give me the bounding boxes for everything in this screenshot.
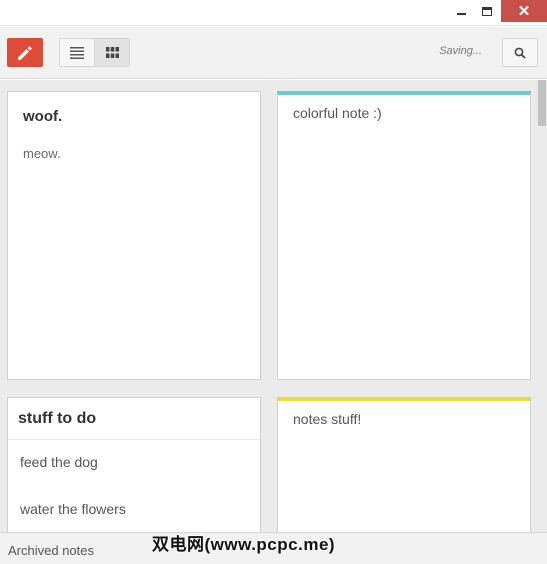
- note-title: stuff to do: [18, 410, 97, 427]
- scrollbar[interactable]: [537, 80, 547, 532]
- saving-status: Saving...: [439, 45, 482, 57]
- maximize-icon: [482, 6, 492, 16]
- minimize-button[interactable]: [449, 0, 473, 22]
- note-card-teal[interactable]: colorful note :): [277, 91, 531, 380]
- notes-grid: woof. meow. colorful note :) stuff to do…: [0, 80, 547, 532]
- watermark: 双电网(www.pcpc.me): [152, 535, 336, 554]
- search-icon: [514, 47, 526, 59]
- grid-view-icon: [105, 47, 119, 58]
- list-view-button[interactable]: [60, 39, 94, 66]
- archived-notes-link[interactable]: Archived notes: [8, 543, 94, 558]
- note-body: colorful note :): [293, 105, 382, 121]
- close-button[interactable]: ✕: [501, 0, 547, 22]
- note-body: meow.: [23, 146, 61, 161]
- minimize-icon: [456, 13, 466, 15]
- checklist-item[interactable]: water the flowers: [20, 501, 126, 517]
- maximize-button[interactable]: [475, 0, 499, 22]
- note-card[interactable]: woof. meow.: [7, 91, 261, 380]
- checklist-item[interactable]: feed the dog: [20, 454, 98, 470]
- note-card-yellow[interactable]: notes stuff!: [277, 397, 531, 532]
- window-titlebar: ✕: [0, 0, 547, 26]
- view-toggle: [59, 38, 130, 67]
- note-body: notes stuff!: [293, 411, 362, 427]
- scrollbar-thumb[interactable]: [538, 80, 546, 126]
- divider: [8, 439, 260, 440]
- note-title: woof.: [23, 108, 63, 125]
- grid-view-button[interactable]: [94, 39, 129, 66]
- new-note-button[interactable]: [7, 38, 43, 67]
- checklist-note-card[interactable]: stuff to do feed the dog water the flowe…: [7, 397, 261, 532]
- list-view-icon: [70, 46, 84, 59]
- pencil-icon: [18, 45, 32, 60]
- toolbar: Saving...: [0, 27, 547, 79]
- search-button[interactable]: [502, 38, 538, 67]
- close-icon: ✕: [517, 3, 531, 20]
